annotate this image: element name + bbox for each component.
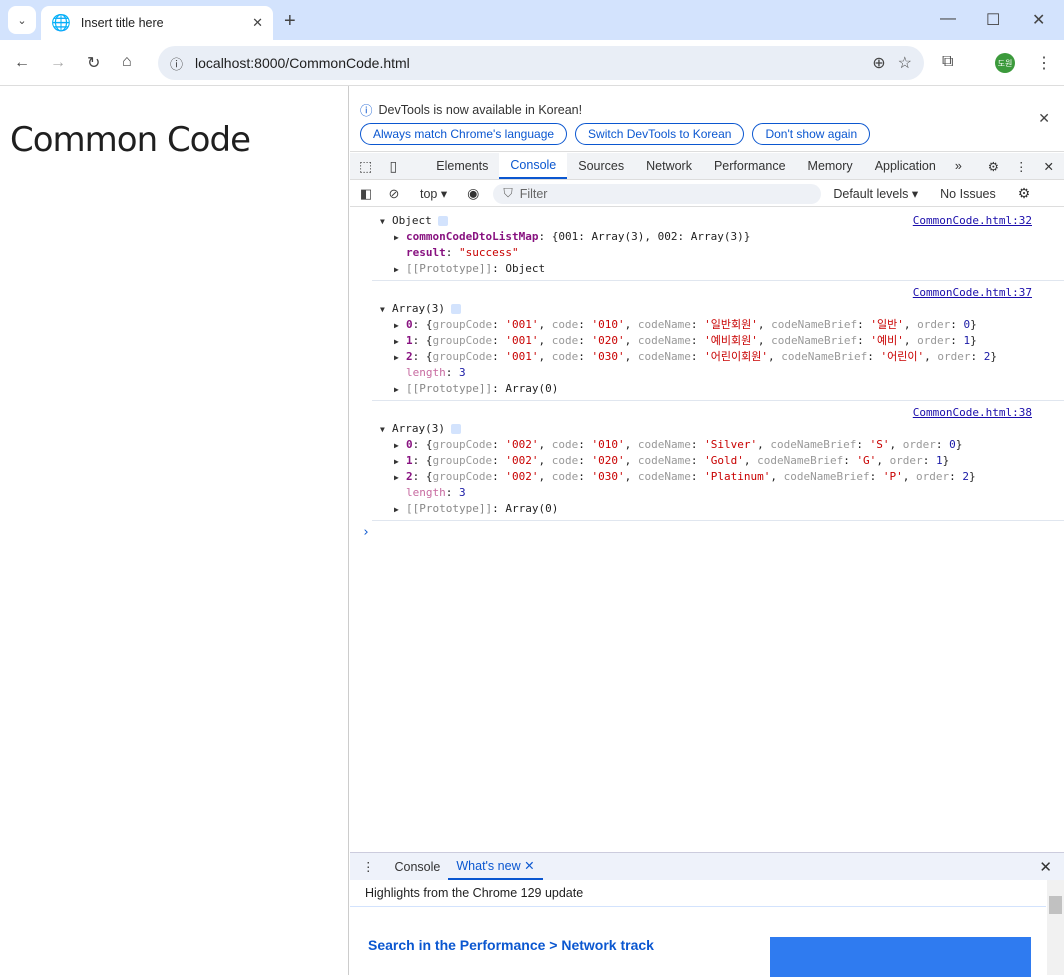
- devtools-menu-icon[interactable]: ⋮: [1009, 159, 1034, 174]
- tab-memory[interactable]: Memory: [797, 159, 864, 173]
- close-window-button[interactable]: ✕: [1032, 10, 1045, 30]
- array-item[interactable]: ▶ 2: {groupCode: '002', code: '030', code…: [380, 469, 1064, 485]
- back-icon[interactable]: ←: [14, 54, 30, 72]
- address-bar-row: ← → ↻ ⌂ ⓘ localhost:8000/CommonCode.html…: [0, 40, 1064, 86]
- drawer-tab-console[interactable]: Console: [387, 860, 449, 874]
- tab-sources[interactable]: Sources: [567, 159, 635, 173]
- array-item[interactable]: ▶ 0: {groupCode: '001', code: '010', code…: [380, 317, 1064, 333]
- info-badge-icon: [450, 304, 461, 314]
- console-settings-icon[interactable]: ⚙: [1018, 185, 1031, 202]
- length-prop: length: 3: [406, 366, 466, 379]
- device-toolbar-icon[interactable]: ▯: [381, 158, 405, 175]
- new-tab-button[interactable]: +: [284, 10, 296, 33]
- inspect-icon[interactable]: ⬚: [350, 158, 381, 175]
- tab-performance[interactable]: Performance: [703, 159, 797, 173]
- infobar: ⓘ DevTools is now available in Korean! A…: [350, 86, 1064, 152]
- array-header[interactable]: ▼ Array(3): [380, 421, 1064, 437]
- prototype-item[interactable]: ▶ [[Prototype]]: Array(0): [380, 501, 1064, 517]
- prototype-item[interactable]: ▶ [[Prototype]]: Array(0): [380, 381, 1064, 397]
- tab-elements[interactable]: Elements: [425, 159, 499, 173]
- avatar[interactable]: 도원: [995, 53, 1015, 73]
- close-devtools-icon[interactable]: ✕: [1034, 159, 1064, 174]
- array-item[interactable]: ▶ 2: {groupCode: '001', code: '030', code…: [380, 349, 1064, 365]
- close-tab-icon[interactable]: ✕: [524, 859, 534, 873]
- live-expression-eye-icon[interactable]: ◉: [467, 185, 479, 202]
- tree-item[interactable]: ▶ [[Prototype]]: Object: [380, 261, 1064, 277]
- console-messages: CommonCode.html:32 ▼ Object ▶ commonCodeDt…: [350, 213, 1064, 541]
- source-link[interactable]: CommonCode.html:37: [913, 285, 1032, 301]
- log-entry-object: CommonCode.html:32 ▼ Object ▶ commonCodeDt…: [350, 213, 1064, 280]
- switch-korean-button[interactable]: Switch DevTools to Korean: [575, 123, 745, 145]
- array-header[interactable]: ▼ Array(3): [380, 301, 1064, 317]
- length-prop: length: 3: [406, 486, 466, 499]
- reload-icon[interactable]: ↻: [87, 53, 100, 73]
- minimize-button[interactable]: —: [940, 10, 956, 28]
- close-drawer-icon[interactable]: ✕: [1027, 858, 1064, 876]
- browser-tab[interactable]: 🌐 Insert title here ✕: [41, 6, 273, 40]
- drawer-tab-whats-new[interactable]: What's new ✕: [448, 853, 543, 880]
- info-badge-icon: [450, 424, 461, 434]
- log-entry-array: CommonCode.html:38 ▼ Array(3) ▶ 0: {groupCod…: [350, 401, 1064, 520]
- forward-icon[interactable]: →: [50, 54, 66, 72]
- devtools-tabbar: ⬚ ▯ Elements Console Sources Network Per…: [350, 153, 1064, 180]
- tab-console[interactable]: Console: [499, 153, 568, 179]
- tab-application[interactable]: Application: [864, 159, 947, 173]
- sidebar-toggle-icon[interactable]: ◧: [350, 186, 382, 202]
- tree-item[interactable]: ▶ commonCodeDtoListMap: {001: Array(3), 0…: [380, 229, 1064, 245]
- article-link[interactable]: Search in the Performance > Network trac…: [368, 937, 654, 953]
- home-icon[interactable]: ⌂: [122, 53, 132, 71]
- tab-strip: ⌄ 🌐 Insert title here ✕ + — ☐ ✕: [0, 0, 1064, 40]
- zoom-icon[interactable]: ⊕: [872, 53, 885, 73]
- article-image: [770, 937, 1031, 977]
- page-title: Common Code: [10, 120, 251, 160]
- close-infobar-icon[interactable]: ✕: [1038, 110, 1050, 127]
- drawer-menu-icon[interactable]: ⋮: [350, 859, 387, 874]
- drawer-tabbar: ⋮ Console What's new ✕ ✕: [350, 852, 1064, 880]
- tab-network[interactable]: Network: [635, 159, 703, 173]
- bookmark-star-icon[interactable]: ☆: [898, 53, 912, 73]
- menu-kebab-icon[interactable]: ⋮: [1036, 53, 1052, 73]
- match-language-button[interactable]: Always match Chrome's language: [360, 123, 568, 145]
- settings-gear-icon[interactable]: ⚙: [978, 159, 1009, 174]
- filter-input[interactable]: ⛉ Filter: [493, 183, 822, 204]
- devtools-panel: ⓘ DevTools is now available in Korean! A…: [350, 86, 1064, 977]
- array-item[interactable]: ▶ 1: {groupCode: '001', code: '020', code…: [380, 333, 1064, 349]
- site-info-icon[interactable]: ⓘ: [170, 54, 183, 73]
- console-prompt[interactable]: ›: [350, 521, 1064, 541]
- clear-console-icon[interactable]: ⊘: [382, 186, 406, 202]
- info-badge-icon: [437, 216, 448, 226]
- globe-icon: 🌐: [51, 15, 71, 32]
- source-link[interactable]: CommonCode.html:32: [913, 213, 1032, 229]
- log-entry-array: CommonCode.html:37 ▼ Array(3) ▶ 0: {groupCod…: [350, 281, 1064, 400]
- issues-counter[interactable]: No Issues: [940, 187, 996, 201]
- log-levels-dropdown[interactable]: Default levels ▾: [833, 186, 918, 201]
- close-tab-icon[interactable]: ✕: [252, 15, 263, 31]
- more-tabs-icon[interactable]: »: [947, 159, 970, 173]
- dont-show-again-button[interactable]: Don't show again: [752, 123, 871, 145]
- array-item[interactable]: ▶ 1: {groupCode: '002', code: '020', code…: [380, 453, 1064, 469]
- omnibox[interactable]: ⓘ localhost:8000/CommonCode.html ⊕ ☆: [158, 46, 924, 80]
- console-toolbar: ◧ ⊘ top ▾ ◉ ⛉ Filter Default levels ▾ No…: [350, 181, 1064, 207]
- whats-new-subtitle: Highlights from the Chrome 129 update: [365, 886, 584, 900]
- array-item[interactable]: ▶ 0: {groupCode: '002', code: '010', code…: [380, 437, 1064, 453]
- page-content: Common Code: [0, 86, 349, 975]
- tab-search-button[interactable]: ⌄: [8, 6, 36, 34]
- tree-item: result: "success": [406, 246, 519, 259]
- maximize-button[interactable]: ☐: [986, 10, 1000, 30]
- extensions-icon[interactable]: ⧉: [942, 53, 953, 71]
- context-selector[interactable]: top ▾: [420, 186, 447, 201]
- source-link[interactable]: CommonCode.html:38: [913, 405, 1032, 421]
- scrollbar[interactable]: [1047, 880, 1064, 975]
- info-icon: ⓘ: [360, 104, 373, 118]
